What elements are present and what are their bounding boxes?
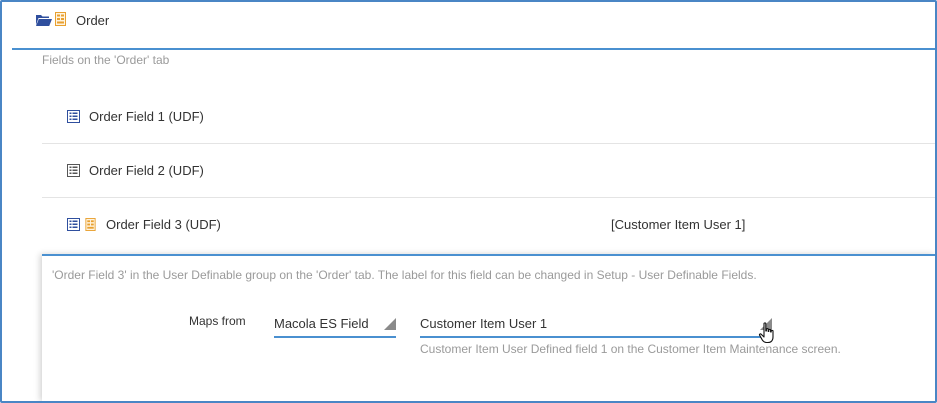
dropdown-arrow-icon [384,318,396,330]
source-type-select[interactable]: Macola ES Field [274,312,396,338]
source-field-value: Customer Item User 1 [420,316,548,331]
section-caption: Fields on the 'Order' tab [42,53,170,67]
hand-pointer-cursor-icon [758,322,774,344]
udf-tag-icon [55,12,66,26]
source-type-value: Macola ES Field [274,316,369,331]
source-field-help: Customer Item User Defined field 1 on th… [420,342,841,356]
field-description: 'Order Field 3' in the User Definable gr… [52,268,757,282]
field-row[interactable]: Order Field 1 (UDF) [42,90,935,144]
field-detail-panel: 'Order Field 3' in the User Definable gr… [42,254,935,401]
list-document-icon [67,164,80,177]
app-frame: Order Fields on the 'Order' tab Order Fi… [0,0,937,403]
field-row-mapped-value: [Customer Item User 1] [611,217,746,232]
folder-open-icon [36,15,52,26]
header-divider [12,48,935,50]
field-row[interactable]: Order Field 2 (UDF) [42,144,935,198]
field-row-label: Order Field 2 (UDF) [89,163,204,178]
tab-title: Order [76,13,110,28]
field-row-label: Order Field 1 (UDF) [89,109,204,124]
maps-from-label: Maps from [189,314,246,328]
field-row-label: Order Field 3 (UDF) [106,217,221,232]
list-document-icon [67,110,80,123]
tab-header[interactable]: Order [2,2,935,48]
source-field-select[interactable]: Customer Item User 1 [420,312,772,338]
field-row-selected[interactable]: Order Field 3 (UDF) [Customer Item User … [42,198,935,252]
list-document-icon [67,218,80,231]
udf-tag-icon [85,218,96,231]
